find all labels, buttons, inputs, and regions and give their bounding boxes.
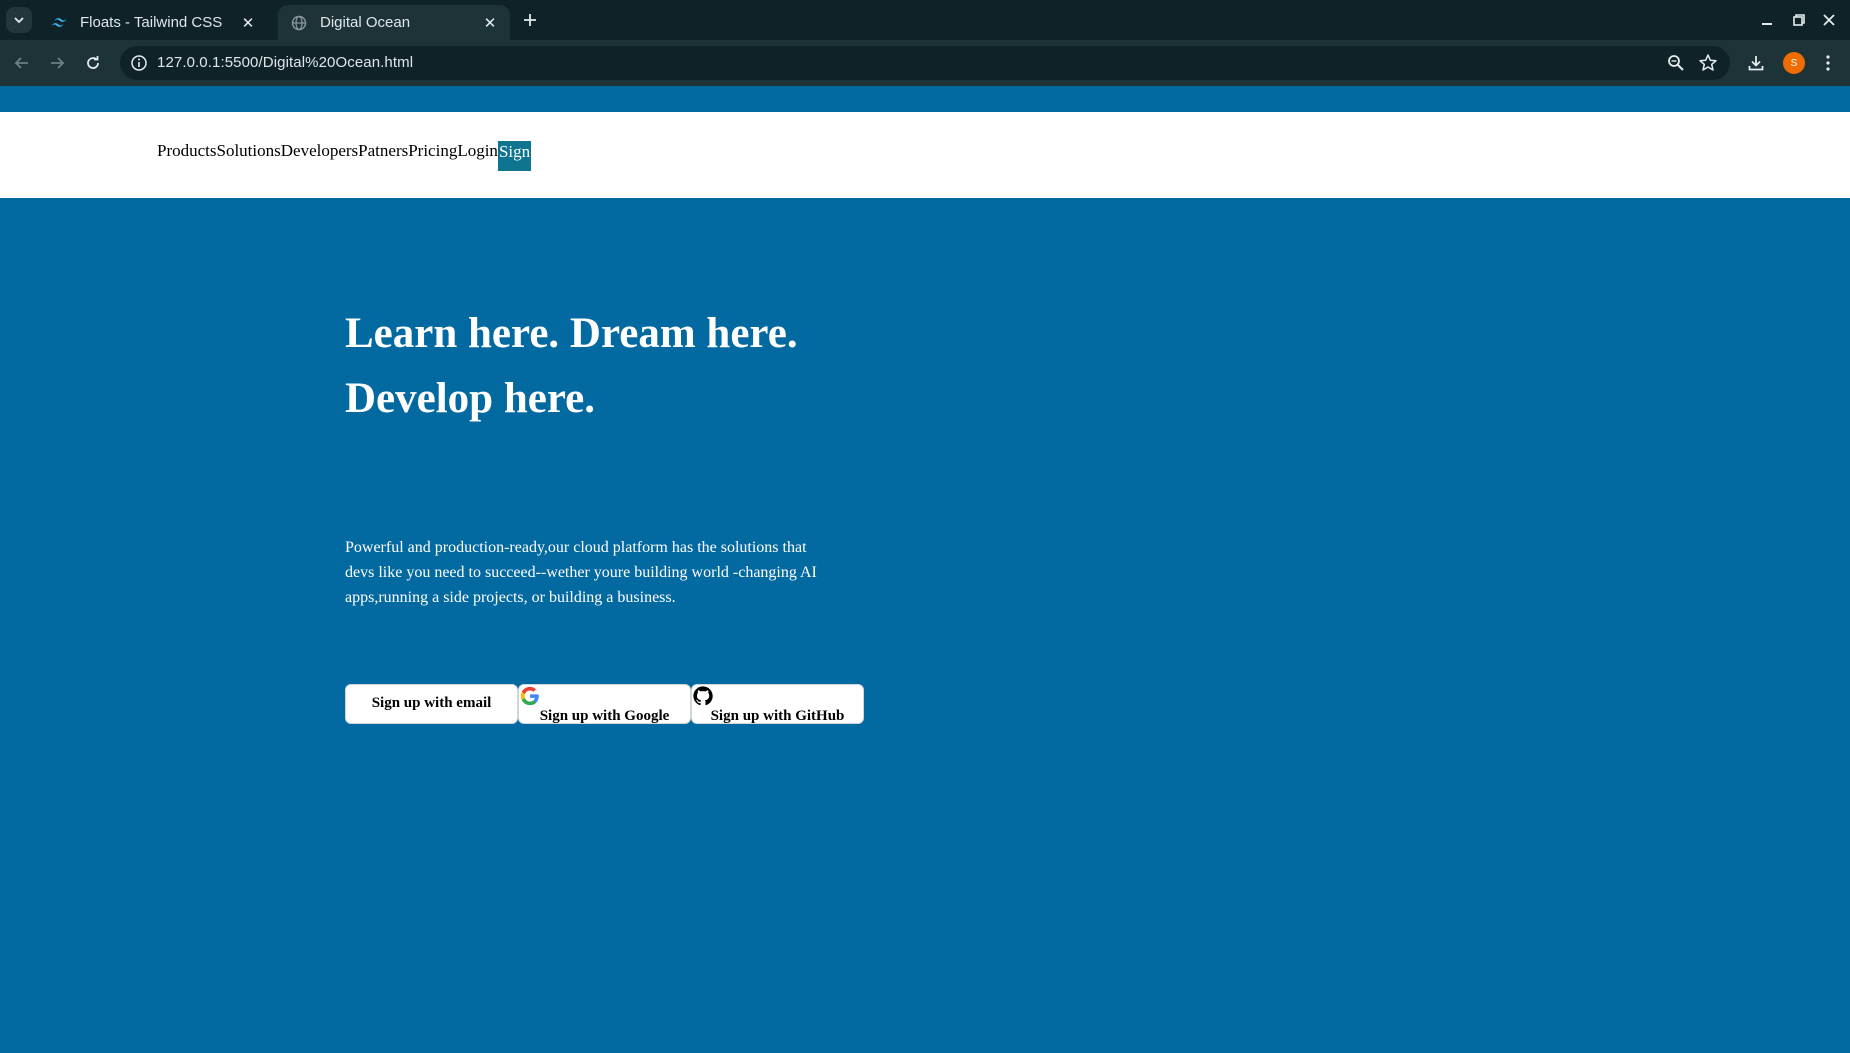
address-bar[interactable]: 127.0.0.1:5500/Digital%20Ocean.html xyxy=(120,46,1730,80)
globe-icon xyxy=(290,14,308,32)
back-button[interactable] xyxy=(9,50,35,76)
nav-login[interactable]: Login xyxy=(457,141,498,161)
minimize-button[interactable] xyxy=(1755,8,1779,32)
new-tab-button[interactable] xyxy=(518,8,542,32)
signup-google-label: Sign up with Google xyxy=(539,708,670,724)
site-info-icon[interactable] xyxy=(130,54,148,72)
zoom-icon[interactable] xyxy=(1666,53,1686,73)
signup-google-button[interactable]: Sign up with Google xyxy=(518,684,691,724)
arrow-left-icon xyxy=(14,57,28,69)
more-vertical-icon xyxy=(1826,55,1830,71)
nav-pricing[interactable]: Pricing xyxy=(408,141,457,161)
github-icon xyxy=(693,686,713,706)
nav-links: Products Solutions Developers Patners Pr… xyxy=(157,141,532,171)
tab-title: Digital Ocean xyxy=(320,14,411,31)
signup-github-button[interactable]: Sign up with GitHub xyxy=(691,684,864,724)
browser-toolbar: 127.0.0.1:5500/Digital%20Ocean.html S xyxy=(0,40,1850,86)
nav-products[interactable]: Products xyxy=(157,141,217,161)
close-window-button[interactable] xyxy=(1817,8,1841,32)
site-navbar: Products Solutions Developers Patners Pr… xyxy=(0,112,1850,198)
plus-icon xyxy=(524,14,536,26)
arrow-right-icon xyxy=(51,57,65,69)
profile-avatar[interactable]: S xyxy=(1783,52,1805,74)
tab-digital-ocean[interactable]: Digital Ocean ✕ xyxy=(278,5,510,40)
chevron-down-icon xyxy=(14,17,24,24)
nav-solutions[interactable]: Solutions xyxy=(217,141,281,161)
url-text[interactable]: 127.0.0.1:5500/Digital%20Ocean.html xyxy=(157,54,413,71)
close-icon xyxy=(1823,14,1835,26)
reload-button[interactable] xyxy=(80,50,106,76)
forward-button[interactable] xyxy=(44,50,70,76)
close-icon[interactable]: ✕ xyxy=(238,13,258,33)
close-icon[interactable]: ✕ xyxy=(480,13,500,33)
menu-button[interactable] xyxy=(1816,51,1840,75)
reload-icon xyxy=(87,56,99,69)
tailwind-icon xyxy=(50,14,68,32)
signup-buttons: Sign up with email Sign up with Google S… xyxy=(345,684,864,724)
minimize-icon xyxy=(1762,23,1772,25)
google-icon xyxy=(520,686,539,706)
download-icon xyxy=(1748,56,1764,71)
browser-tab-strip: Floats - Tailwind CSS ✕ Digital Ocean ✕ xyxy=(0,0,1850,40)
nav-patners[interactable]: Patners xyxy=(358,141,408,161)
signup-email-label: Sign up with email xyxy=(371,695,492,711)
downloads-button[interactable] xyxy=(1744,51,1768,75)
tab-floats-tailwind[interactable]: Floats - Tailwind CSS ✕ xyxy=(38,5,268,40)
restore-icon xyxy=(1793,14,1805,26)
hero-title-line-1: Learn here. Dream here. xyxy=(345,310,798,357)
signup-email-button[interactable]: Sign up with email xyxy=(345,684,518,724)
nav-developers[interactable]: Developers xyxy=(281,141,358,161)
hero-title: Learn here. Dream here. Develop here. xyxy=(345,301,905,431)
tab-title: Floats - Tailwind CSS xyxy=(80,14,223,31)
page-viewport: Products Solutions Developers Patners Pr… xyxy=(0,86,1850,1053)
signup-github-label: Sign up with GitHub xyxy=(710,708,845,724)
bookmark-star-icon[interactable] xyxy=(1698,53,1718,73)
hero-title-line-2: Develop here. xyxy=(345,375,595,422)
nav-sign-button[interactable]: Sign xyxy=(497,141,532,171)
hero-description: Powerful and production-ready,our cloud … xyxy=(345,539,817,606)
tab-search-button[interactable] xyxy=(6,7,32,33)
restore-button[interactable] xyxy=(1787,8,1811,32)
